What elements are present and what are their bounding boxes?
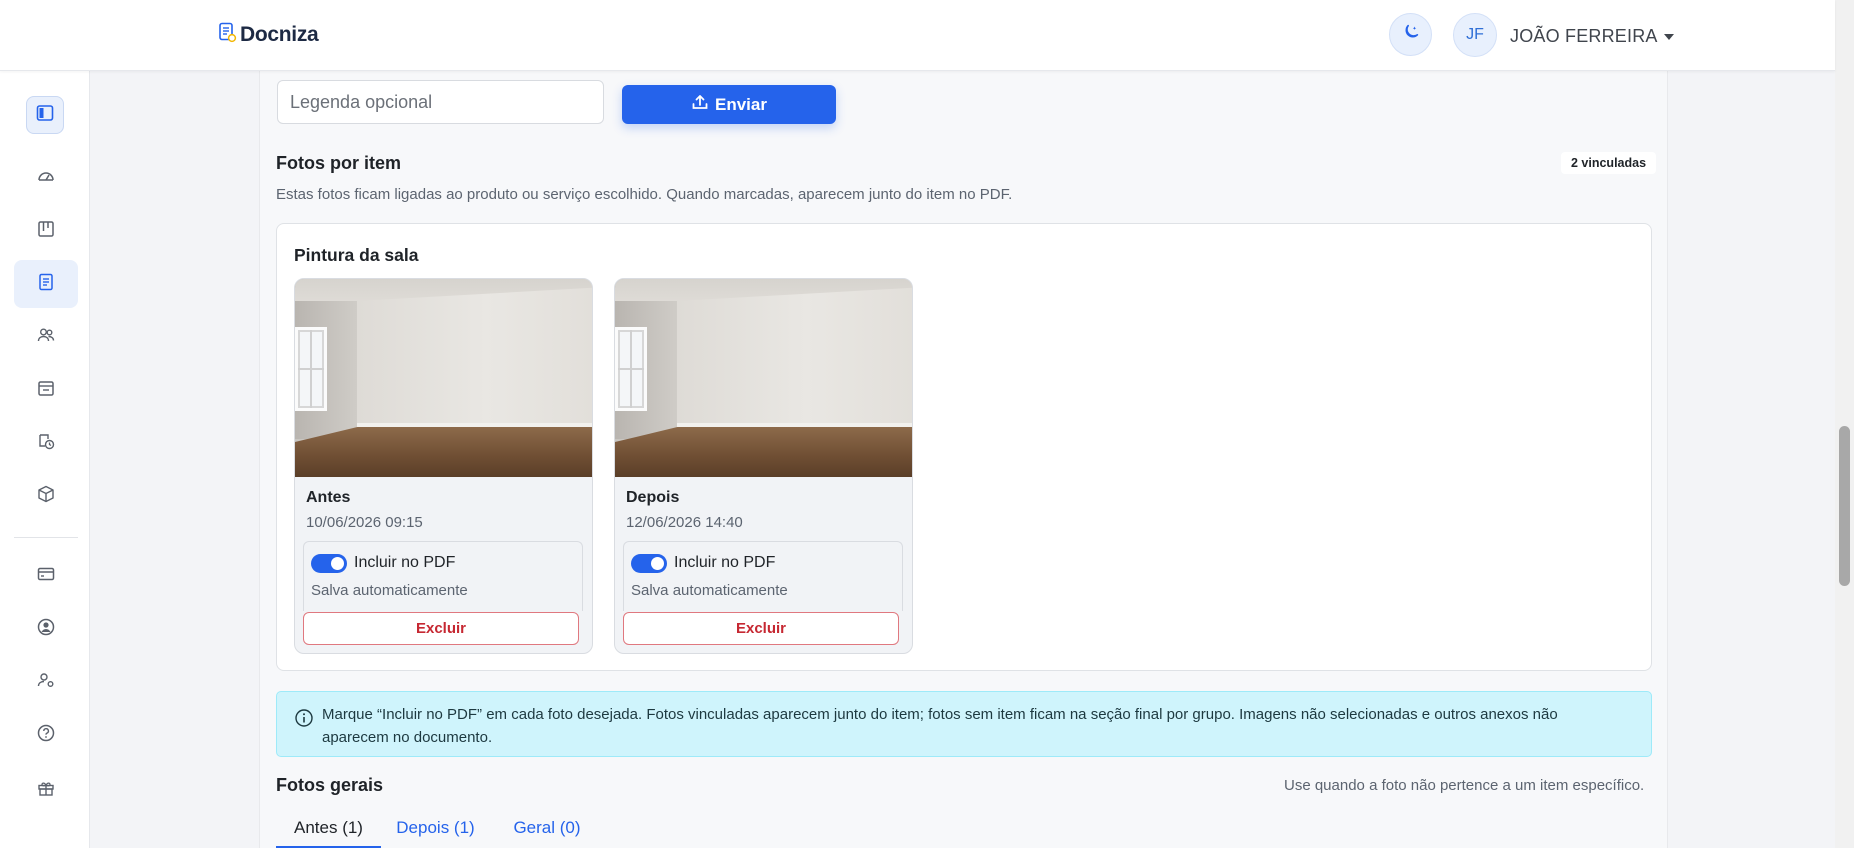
item-name: Pintura da sala — [294, 245, 419, 265]
item-photos-description: Estas fotos ficam ligadas ao produto ou … — [276, 186, 1013, 203]
sidebar-divider — [14, 537, 78, 538]
document-logo-icon — [218, 22, 237, 48]
upload-icon — [691, 93, 709, 116]
sidebar-item-agenda[interactable] — [14, 366, 78, 414]
photo-label: Depois — [626, 489, 680, 506]
include-pdf-toggle[interactable] — [311, 554, 347, 573]
sidebar-item-help[interactable] — [14, 711, 78, 759]
credit-card-icon — [36, 564, 56, 589]
app-name: Docniza — [240, 23, 319, 46]
gift-icon — [36, 778, 56, 803]
include-pdf-label: Incluir no PDF — [674, 554, 776, 571]
auto-saved-text: Salva automaticamente — [631, 582, 788, 599]
room-photo[interactable] — [295, 279, 592, 477]
photo-date: 12/06/2026 14:40 — [626, 514, 743, 531]
sidebar — [0, 71, 90, 848]
general-photos-title: Fotos gerais — [276, 775, 384, 795]
tab-after[interactable]: Depois (1) — [393, 808, 478, 848]
document-icon — [36, 272, 56, 297]
include-pdf-label: Incluir no PDF — [354, 554, 456, 571]
sidebar-item-dashboard[interactable] — [14, 154, 78, 202]
delete-photo-button[interactable]: Excluir — [623, 612, 899, 645]
tab-general[interactable]: Geral (0) — [512, 808, 582, 848]
auto-saved-text: Salva automaticamente — [311, 582, 468, 599]
sidebar-item-profile[interactable] — [14, 605, 78, 653]
sidebar-item-products[interactable] — [14, 472, 78, 520]
box-icon — [36, 484, 56, 509]
item-photos-title: Fotos por item — [276, 153, 401, 173]
send-label: Enviar — [715, 94, 767, 114]
scrollbar-thumb[interactable] — [1839, 426, 1850, 586]
clock-refresh-icon — [36, 431, 56, 456]
kanban-icon — [36, 219, 56, 244]
photo-label: Antes — [306, 489, 351, 506]
sidebar-panel-icon — [36, 104, 54, 127]
sidebar-item-recurring[interactable] — [14, 419, 78, 467]
help-icon — [36, 723, 56, 748]
info-icon — [294, 708, 314, 733]
user-circle-icon — [36, 617, 56, 642]
send-button[interactable]: Enviar — [622, 85, 836, 124]
sidebar-item-documents[interactable] — [14, 260, 78, 308]
caret-down-icon — [1663, 33, 1674, 40]
general-photos-hint: Use quando a foto não pertence a um item… — [1284, 777, 1645, 794]
calendar-icon — [36, 378, 56, 403]
sidebar-item-referral[interactable] — [14, 766, 78, 814]
photo-card: Antes 10/06/2026 09:15 Incluir no PDF Sa… — [294, 278, 593, 654]
room-photo[interactable] — [615, 279, 912, 477]
info-text: Marque “Incluir no PDF” em cada foto des… — [322, 706, 1558, 746]
user-gear-icon — [36, 670, 56, 695]
top-navbar: Docniza JF JOÃO FERREIRA — [0, 0, 1835, 71]
sidebar-toggle-button[interactable] — [26, 96, 64, 134]
include-pdf-panel: Incluir no PDF Salva automaticamente — [623, 541, 903, 611]
moon-icon — [1401, 22, 1421, 47]
users-icon — [36, 325, 56, 350]
user-menu-dropdown[interactable]: JOÃO FERREIRA — [1510, 26, 1674, 47]
delete-photo-button[interactable]: Excluir — [303, 612, 579, 645]
caption-input[interactable] — [277, 80, 604, 124]
include-pdf-toggle[interactable] — [631, 554, 667, 573]
app-logo[interactable]: Docniza — [218, 22, 319, 48]
sidebar-item-billing[interactable] — [14, 552, 78, 600]
gauge-icon — [36, 166, 56, 191]
sidebar-item-kanban[interactable] — [14, 207, 78, 255]
info-alert: Marque “Incluir no PDF” em cada foto des… — [276, 691, 1652, 757]
include-pdf-panel: Incluir no PDF Salva automaticamente — [303, 541, 583, 611]
user-avatar[interactable]: JF — [1453, 13, 1497, 57]
scrollbar-track[interactable] — [1835, 0, 1854, 848]
tab-before[interactable]: Antes (1) — [276, 808, 381, 848]
user-name: JOÃO FERREIRA — [1510, 26, 1658, 46]
theme-toggle-button[interactable] — [1389, 13, 1432, 56]
photo-card: Depois 12/06/2026 14:40 Incluir no PDF S… — [614, 278, 913, 654]
photo-date: 10/06/2026 09:15 — [306, 514, 423, 531]
sidebar-item-user-settings[interactable] — [14, 658, 78, 706]
sidebar-item-clients[interactable] — [14, 313, 78, 361]
linked-count-badge: 2 vinculadas — [1561, 152, 1657, 174]
